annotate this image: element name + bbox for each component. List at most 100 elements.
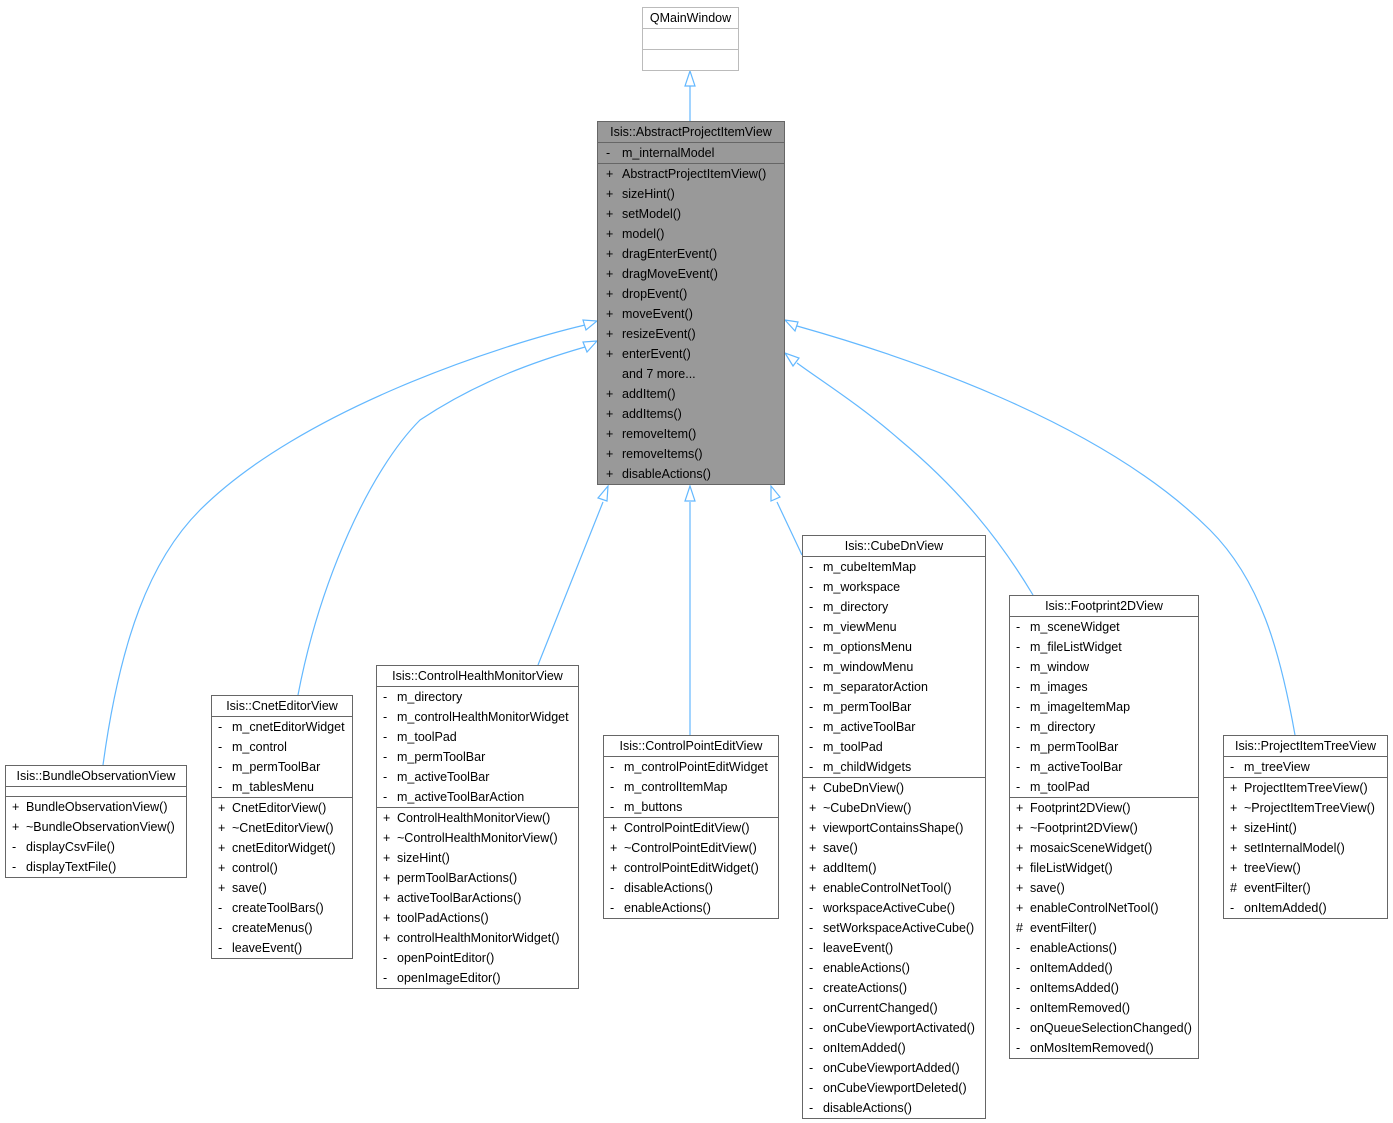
class-title: Isis::ControlHealthMonitorView [377, 666, 578, 687]
method-row: - onCubeViewportDeleted() [803, 1078, 985, 1098]
class-abstract-project-item-view[interactable]: Isis::AbstractProjectItemView - m_interna… [597, 121, 785, 485]
attribute-row: - m_window [1010, 657, 1198, 677]
visibility-marker: + [809, 841, 817, 855]
member-name: toolPadActions() [397, 911, 489, 925]
member-name: ~ControlHealthMonitorView() [397, 831, 558, 845]
member-name: m_cnetEditorWidget [232, 720, 345, 734]
class-cnet-editor-view[interactable]: Isis::CnetEditorView - m_cnetEditorWidget… [211, 695, 353, 959]
method-row: - onItemAdded() [1224, 898, 1387, 918]
member-name: openPointEditor() [397, 951, 495, 965]
member-name: addItems() [622, 407, 682, 421]
member-name: m_images [1030, 680, 1088, 694]
arrowhead-cnet [582, 340, 599, 354]
visibility-marker: + [606, 387, 614, 401]
visibility-marker: + [606, 287, 614, 301]
method-row: + cnetEditorWidget() [212, 838, 352, 858]
member-name: enableControlNetTool() [1030, 901, 1159, 915]
visibility-marker: - [809, 1021, 814, 1035]
attribute-row: - m_images [1010, 677, 1198, 697]
member-name: CubeDnView() [823, 781, 905, 795]
member-name: workspaceActiveCube() [823, 901, 955, 915]
class-project-item-tree-view[interactable]: Isis::ProjectItemTreeView - m_treeView + P… [1223, 735, 1388, 919]
method-row: + resizeEvent() [598, 324, 784, 344]
visibility-marker: - [809, 981, 814, 995]
visibility-marker: - [12, 840, 17, 854]
attribute-row: - m_control [212, 737, 352, 757]
attribute-row: - m_activeToolBarAction [377, 787, 578, 807]
member-name: createMenus() [232, 921, 313, 935]
member-name: save() [1030, 881, 1065, 895]
method-row: - openImageEditor() [377, 968, 578, 988]
method-row: + enableControlNetTool() [1010, 898, 1198, 918]
visibility-marker: + [383, 851, 391, 865]
member-name: m_control [232, 740, 287, 754]
member-name: dropEvent() [622, 287, 688, 301]
visibility-marker: - [610, 881, 615, 895]
visibility-marker: - [1016, 961, 1021, 975]
member-name: m_activeToolBar [397, 770, 490, 784]
arrowhead-foot [783, 351, 800, 368]
member-name: enterEvent() [622, 347, 691, 361]
visibility-marker: + [606, 207, 614, 221]
visibility-marker: - [809, 941, 814, 955]
member-name: controlHealthMonitorWidget() [397, 931, 560, 945]
member-name: m_directory [397, 690, 463, 704]
method-row: + model() [598, 224, 784, 244]
visibility-marker: + [809, 801, 817, 815]
method-row: + moveEvent() [598, 304, 784, 324]
member-name: model() [622, 227, 665, 241]
member-name: removeItems() [622, 447, 703, 461]
method-row: + addItem() [598, 384, 784, 404]
member-name: controlPointEditWidget() [624, 861, 759, 875]
member-name: resizeEvent() [622, 327, 696, 341]
visibility-marker: - [218, 780, 223, 794]
member-name: m_internalModel [622, 146, 715, 160]
member-name: m_childWidgets [823, 760, 912, 774]
attribute-row: - m_treeView [1224, 757, 1387, 777]
method-row: + addItem() [803, 858, 985, 878]
class-control-health-monitor-view[interactable]: Isis::ControlHealthMonitorView - m_direct… [376, 665, 579, 989]
methods-section: + BundleObservationView() + ~BundleObservat… [6, 797, 186, 877]
method-row: + save() [1010, 878, 1198, 898]
member-name: treeView() [1244, 861, 1301, 875]
method-row: + CubeDnView() [803, 778, 985, 798]
attribute-row: - m_activeToolBar [803, 717, 985, 737]
method-row: - leaveEvent() [212, 938, 352, 958]
class-cube-dn-view[interactable]: Isis::CubeDnView - m_cubeItemMap - m_worksp… [802, 535, 986, 1119]
member-name: m_windowMenu [823, 660, 914, 674]
visibility-marker: - [218, 760, 223, 774]
method-row: + dropEvent() [598, 284, 784, 304]
member-name: m_permToolBar [823, 700, 912, 714]
member-name: m_sceneWidget [1030, 620, 1120, 634]
method-row: - workspaceActiveCube() [803, 898, 985, 918]
visibility-marker: + [606, 267, 614, 281]
visibility-marker: + [218, 801, 226, 815]
class-control-point-edit-view[interactable]: Isis::ControlPointEditView - m_controlPoi… [603, 735, 779, 919]
member-name: dragMoveEvent() [622, 267, 718, 281]
attribute-row: - m_childWidgets [803, 757, 985, 777]
class-qmainwindow[interactable]: QMainWindow [642, 7, 739, 71]
visibility-marker: + [606, 247, 614, 261]
member-name: onItemsAdded() [1030, 981, 1119, 995]
method-row: + ~CnetEditorView() [212, 818, 352, 838]
arrowhead-cpe [684, 484, 696, 502]
member-name: sizeHint() [622, 187, 675, 201]
member-name: leaveEvent() [823, 941, 894, 955]
method-row: - onCubeViewportAdded() [803, 1058, 985, 1078]
member-name: m_imageItemMap [1030, 700, 1131, 714]
class-bundle-observation-view[interactable]: Isis::BundleObservationView + BundleObser… [5, 765, 187, 878]
member-name: onItemAdded() [1244, 901, 1327, 915]
visibility-marker: - [1016, 720, 1021, 734]
arrowhead-pitv [783, 319, 799, 333]
member-name: m_toolPad [823, 740, 883, 754]
member-name: disableActions() [823, 1101, 912, 1115]
visibility-marker: - [1016, 760, 1021, 774]
class-footprint-2d-view[interactable]: Isis::Footprint2DView - m_sceneWidget - m_f… [1009, 595, 1199, 1059]
method-row: + enableControlNetTool() [803, 878, 985, 898]
attribute-row: - m_toolPad [803, 737, 985, 757]
visibility-marker: + [1016, 821, 1024, 835]
attribute-row: - m_viewMenu [803, 617, 985, 637]
visibility-marker: - [1016, 1021, 1021, 1035]
method-row: + ~ControlHealthMonitorView() [377, 828, 578, 848]
method-row: + ControlPointEditView() [604, 818, 778, 838]
